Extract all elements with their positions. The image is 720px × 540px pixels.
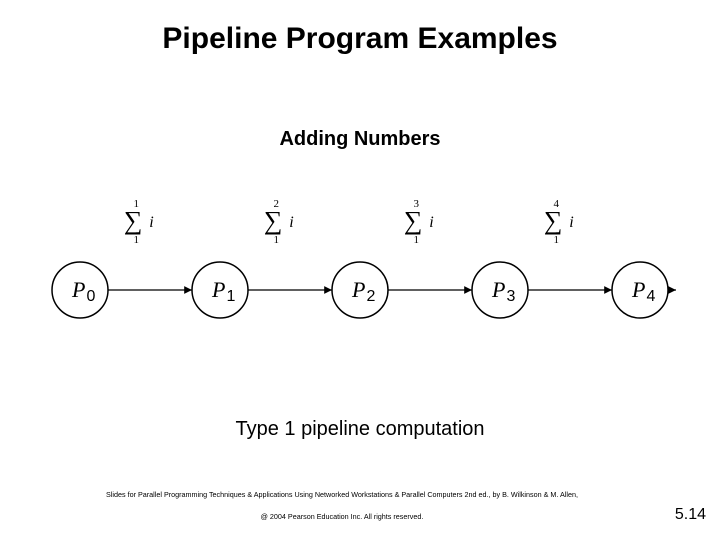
page-subtitle: Adding Numbers — [0, 128, 720, 151]
svg-text:1: 1 — [413, 234, 419, 246]
svg-text:∑: ∑ — [264, 206, 283, 235]
page-title: Pipeline Program Examples — [0, 22, 720, 56]
diagram-caption: Type 1 pipeline computation — [0, 418, 720, 441]
svg-text:i: i — [429, 214, 433, 231]
svg-text:∑: ∑ — [404, 206, 423, 235]
footer-line-2: @ 2004 Pearson Education Inc. All rights… — [22, 512, 662, 521]
pipeline-svg: 1∑1i2∑1i3∑1i4∑1i5∑1iP0P1P2P3P4 — [40, 195, 680, 335]
pipeline-diagram: 1∑1i2∑1i3∑1i4∑1i5∑1iP0P1P2P3P4 — [40, 195, 680, 335]
svg-text:1: 1 — [273, 234, 279, 246]
slide: Pipeline Program Examples Adding Numbers… — [0, 0, 720, 540]
svg-text:1: 1 — [133, 234, 139, 246]
svg-text:i: i — [289, 214, 293, 231]
svg-text:∑: ∑ — [544, 206, 563, 235]
svg-text:1: 1 — [553, 234, 559, 246]
page-number: 5.14 — [675, 506, 706, 524]
footer-line-1: Slides for Parallel Programming Techniqu… — [22, 490, 662, 499]
svg-text:i: i — [149, 214, 153, 231]
svg-text:∑: ∑ — [124, 206, 143, 235]
svg-text:i: i — [569, 214, 573, 231]
